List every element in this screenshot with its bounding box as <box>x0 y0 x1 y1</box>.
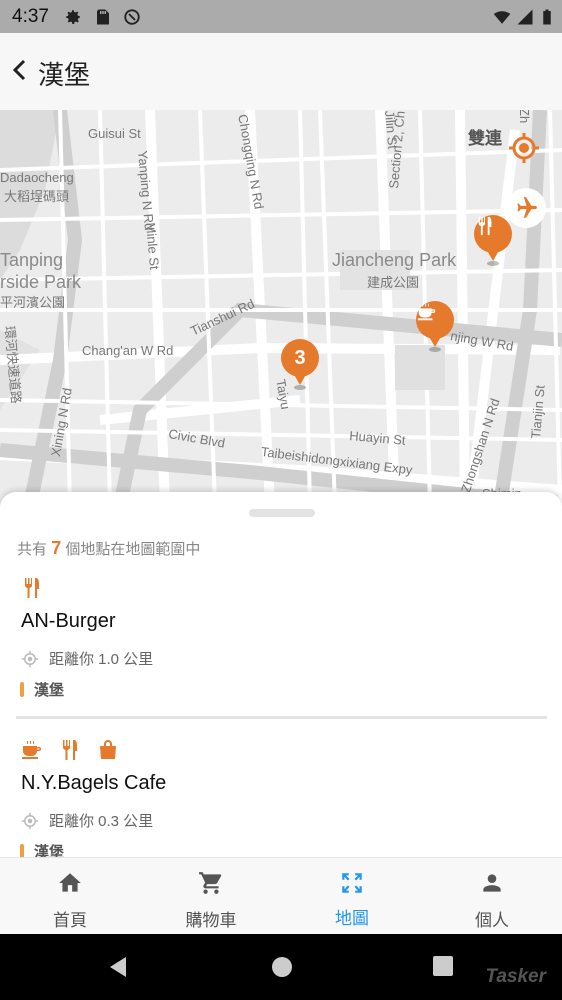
bottom-nav: 首頁 購物車 地圖 個人 <box>0 857 562 934</box>
back-triangle-icon[interactable] <box>106 955 130 979</box>
cluster-marker[interactable]: 3 <box>281 339 319 391</box>
map-label: Tanping <box>0 250 64 270</box>
tag-marker <box>20 844 24 857</box>
place-name: N.Y.Bagels Cafe <box>21 772 167 794</box>
back-arrow-icon[interactable] <box>10 57 30 83</box>
map-label: 平河濱公園 <box>0 295 66 310</box>
fork-knife-icon <box>478 216 492 236</box>
nav-label: 地圖 <box>335 909 369 928</box>
tag-marker <box>20 682 24 697</box>
location-target-icon <box>21 812 39 829</box>
map-label: Zh <box>517 110 532 124</box>
cell-signal-icon <box>517 9 533 25</box>
fork-knife-icon <box>62 740 77 760</box>
map-expand-icon <box>342 873 362 893</box>
nav-profile[interactable]: 個人 <box>422 858 562 935</box>
home-circle-icon[interactable] <box>270 955 294 979</box>
map-label: 建成公園 <box>367 275 420 290</box>
place-tag: 漢堡 <box>34 682 65 699</box>
wifi-icon <box>493 11 511 24</box>
location-target-icon <box>21 650 39 667</box>
place-distance: 距離你 0.3 公里 <box>49 813 154 830</box>
nav-cart[interactable]: 購物車 <box>141 858 281 935</box>
status-bar: 4:37 <box>0 0 562 33</box>
map-view[interactable]: Guisui St Yanping N Rd Chongqing N Rd Se… <box>0 110 562 505</box>
home-icon <box>59 873 81 892</box>
place-distance: 距離你 1.0 公里 <box>49 651 154 668</box>
map-label: rside Park <box>0 272 82 292</box>
settings-icon <box>66 10 80 24</box>
results-count: 7 <box>51 538 62 558</box>
airport-marker[interactable] <box>506 188 546 228</box>
place-name: AN-Burger <box>21 610 116 632</box>
nav-label: 首頁 <box>53 911 87 930</box>
nav-map[interactable]: 地圖 <box>282 858 422 935</box>
cluster-count: 3 <box>281 339 319 377</box>
battery-icon <box>543 9 551 25</box>
data-saver-icon <box>124 9 140 25</box>
sheet-drag-handle[interactable] <box>249 509 315 517</box>
my-location-icon[interactable] <box>508 132 540 164</box>
results-sheet[interactable]: 共有 7 個地點在地圖範圍中 AN-Burger 距離你 1.0 公里 漢堡 N… <box>0 492 562 857</box>
nav-label: 購物車 <box>185 911 237 930</box>
shopping-bag-icon <box>100 740 116 759</box>
map-label: 雙連 <box>468 129 502 148</box>
map-label: Jilin St <box>382 110 401 150</box>
person-icon <box>483 874 501 892</box>
restaurant-marker[interactable] <box>474 215 512 267</box>
cafe-marker[interactable] <box>416 301 454 353</box>
status-time: 4:37 <box>12 6 49 27</box>
divider <box>16 716 547 719</box>
nav-label: 個人 <box>475 911 509 930</box>
map-label: Jiancheng Park <box>332 250 457 270</box>
coffee-cup-icon <box>22 741 41 759</box>
cart-icon <box>199 872 222 894</box>
place-tag: 漢堡 <box>34 844 65 857</box>
app-header: 漢堡 <box>0 33 562 110</box>
coffee-cup-icon <box>417 303 436 321</box>
map-label: Chang'an W Rd <box>82 343 174 358</box>
page-title: 漢堡 <box>38 60 91 90</box>
recents-square-icon[interactable] <box>432 955 454 977</box>
system-nav-bar: Tasker <box>0 934 562 1000</box>
results-summary: 共有 7 個地點在地圖範圍中 <box>17 538 201 558</box>
tasker-watermark: Tasker <box>485 966 546 987</box>
fork-knife-icon <box>24 578 39 598</box>
map-label: Dadaocheng <box>0 170 74 185</box>
nav-home[interactable]: 首頁 <box>0 858 140 935</box>
airplane-icon <box>517 197 537 218</box>
map-label: 大稻埕碼頭 <box>4 189 70 204</box>
map-label: Guisui St <box>88 126 141 141</box>
sd-card-icon <box>97 9 109 25</box>
